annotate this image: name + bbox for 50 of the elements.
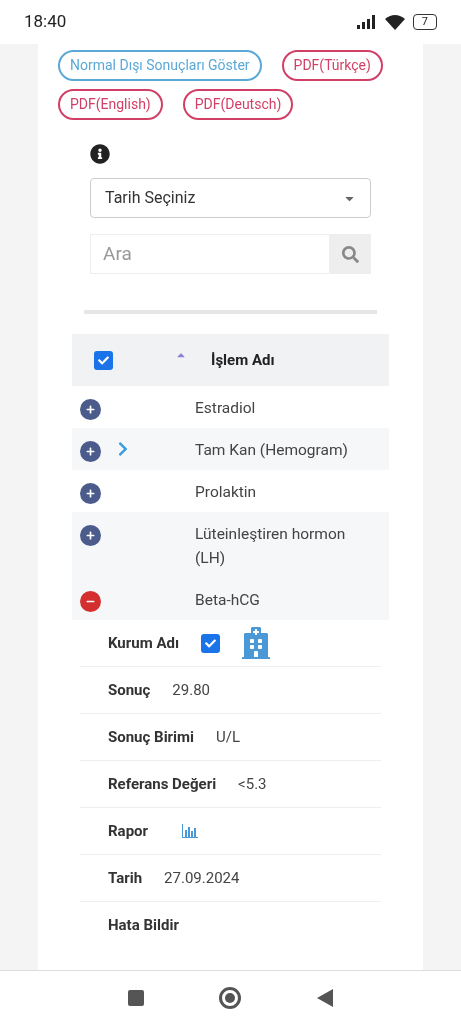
clock-time: 18:40 — [24, 10, 67, 34]
detail-label: Referans Değeri — [108, 773, 217, 795]
back-button[interactable] — [317, 988, 334, 1007]
detail-value: 29.80 — [172, 679, 210, 701]
detail-label: Kurum Adı — [108, 632, 179, 654]
plus-icon — [86, 405, 95, 414]
expand-icon[interactable] — [80, 441, 101, 462]
table-cell-text: Tam Kan (Hemogram) — [195, 440, 349, 461]
table-row[interactable]: Lüteinleştiren hormon (LH) — [72, 512, 389, 578]
expand-icon[interactable] — [80, 483, 101, 504]
expand-icon[interactable] — [80, 525, 101, 546]
detail-label: Hata Bildir — [108, 915, 179, 937]
wifi-icon — [384, 14, 405, 30]
search-button[interactable] — [330, 234, 371, 274]
table-cell-text: Estradiol — [195, 398, 257, 419]
detail-value: <5.3 — [238, 773, 267, 795]
checkbox[interactable] — [94, 350, 113, 370]
signal-icon — [356, 15, 377, 29]
recents-button[interactable] — [127, 989, 144, 1006]
table-cell-text: Lüteinleştiren hormon (LH) — [195, 524, 347, 569]
detail-value: 27.09.2024 — [164, 867, 240, 889]
search-field[interactable]: Ara — [90, 234, 330, 274]
table-cell-text: Prolaktin — [195, 482, 258, 503]
checkbox[interactable] — [201, 633, 220, 653]
expand-icon[interactable] — [80, 399, 101, 420]
collapse-icon[interactable] — [80, 591, 101, 612]
detail-label: Sonuç Birimi — [108, 726, 195, 748]
bar-chart-icon[interactable] — [182, 824, 199, 838]
info-icon[interactable] — [90, 144, 110, 164]
table-row[interactable]: Tam Kan (Hemogram) — [72, 428, 389, 470]
action-button[interactable]: PDF(Deutsch) — [182, 89, 294, 120]
table-cell-text: Beta-hCG — [195, 590, 261, 611]
plus-icon — [86, 447, 95, 456]
detail-label: Rapor — [108, 820, 149, 842]
battery-indicator: 7 — [412, 14, 437, 30]
table-row[interactable]: Beta-hCG — [72, 578, 389, 620]
detail-label: Sonuç — [108, 679, 151, 701]
column-header[interactable]: İşlem Adı — [211, 348, 275, 372]
check-icon — [98, 354, 109, 366]
action-button[interactable]: PDF(Türkçe) — [281, 50, 383, 81]
home-button[interactable] — [219, 986, 242, 1009]
plus-icon — [86, 531, 95, 540]
action-button[interactable]: PDF(English) — [58, 89, 163, 120]
plus-icon — [86, 489, 95, 498]
date-select[interactable]: Tarih Seçiniz — [90, 178, 371, 218]
hospital-icon — [240, 627, 272, 659]
detail-value: U/L — [216, 726, 241, 748]
check-icon — [205, 637, 216, 649]
detail-label: Tarih — [108, 867, 143, 889]
search-icon — [342, 245, 359, 263]
